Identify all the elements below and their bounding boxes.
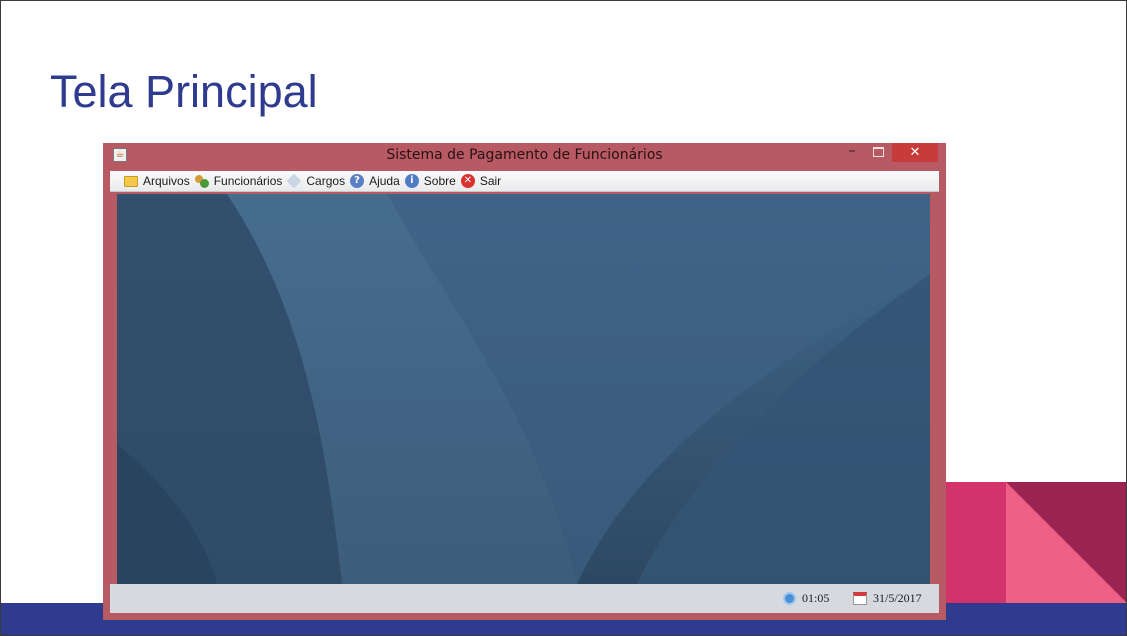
folder-icon	[124, 176, 138, 187]
time-value: 01:05	[802, 591, 830, 605]
menu-funcionarios[interactable]: Funcionários	[193, 171, 286, 192]
status-bar: 01:05 31/5/2017	[110, 584, 939, 613]
decorative-triangle	[1006, 482, 1127, 603]
minimize-icon: –	[848, 143, 856, 159]
status-date: 31/5/2017	[853, 591, 922, 606]
menu-arquivos[interactable]: Arquivos	[122, 171, 193, 192]
close-button[interactable]: ✕	[892, 143, 938, 162]
menu-bar: Arquivos Funcionários Cargos ? Ajuda i S…	[110, 171, 939, 192]
menu-label: Cargos	[306, 174, 346, 188]
calendar-icon	[853, 592, 867, 605]
menu-ajuda[interactable]: ? Ajuda	[348, 171, 403, 192]
menu-label: Sair	[479, 174, 502, 188]
slide-title: Tela Principal	[50, 66, 318, 117]
menu-sobre[interactable]: i Sobre	[403, 171, 459, 192]
info-icon: i	[404, 174, 419, 188]
menu-label: Sobre	[423, 174, 456, 188]
maximize-icon	[873, 147, 884, 157]
menu-cargos[interactable]: Cargos	[285, 171, 348, 192]
menu-sair[interactable]: ✕ Sair	[459, 171, 504, 192]
clock-icon	[783, 592, 796, 605]
status-time: 01:05	[783, 591, 829, 606]
window-title: Sistema de Pagamento de Funcionários	[386, 147, 663, 163]
users-icon	[194, 174, 209, 188]
menu-label: Funcionários	[213, 174, 283, 188]
minimize-button[interactable]: –	[841, 143, 863, 162]
close-icon: ✕	[909, 145, 921, 160]
app-window: ☕ Sistema de Pagamento de Funcionários –…	[103, 143, 946, 620]
tag-icon	[286, 173, 302, 189]
desktop-area[interactable]	[117, 194, 930, 584]
title-bar[interactable]: ☕ Sistema de Pagamento de Funcionários –…	[103, 143, 946, 170]
decorative-block	[946, 482, 1006, 603]
maximize-button[interactable]	[866, 143, 888, 162]
date-value: 31/5/2017	[873, 591, 922, 605]
exit-icon: ✕	[460, 174, 475, 188]
help-icon: ?	[350, 174, 365, 188]
desktop-background	[117, 194, 930, 584]
menu-label: Arquivos	[143, 174, 190, 188]
menu-label: Ajuda	[369, 174, 400, 188]
